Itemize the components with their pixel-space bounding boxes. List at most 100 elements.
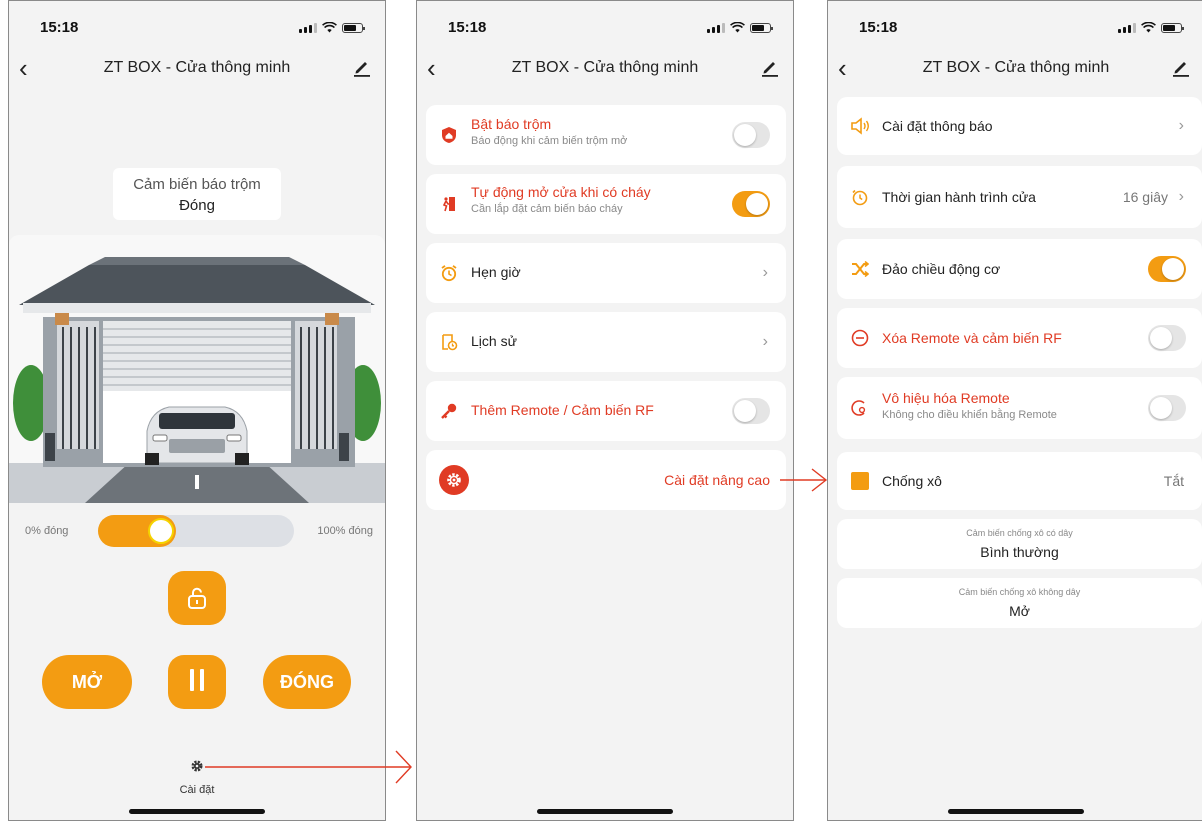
timer-row[interactable]: Hẹn giờ › xyxy=(426,243,786,303)
reverse-motor-label: Đảo chiều động cơ xyxy=(882,261,1001,277)
wifi-icon xyxy=(730,22,745,33)
anti-pinch-row[interactable]: Chống xô Tắt xyxy=(837,452,1202,510)
reverse-motor-toggle[interactable] xyxy=(1148,256,1186,282)
speaker-icon xyxy=(850,116,870,136)
disable-remote-row[interactable]: Vô hiệu hóa Remote Không cho điều khiển … xyxy=(837,377,1202,439)
delete-remote-toggle[interactable] xyxy=(1148,325,1186,351)
exit-door-icon xyxy=(439,194,459,214)
timer-label: Hẹn giờ xyxy=(471,264,521,280)
fire-auto-open-toggle[interactable] xyxy=(732,191,770,217)
anti-pinch-square-icon xyxy=(850,471,870,491)
anti-pinch-label: Chống xô xyxy=(882,473,942,489)
unlock-button[interactable] xyxy=(168,571,226,625)
chevron-right-icon: › xyxy=(762,333,768,350)
slider-max-label: 100% đóng xyxy=(317,525,373,537)
theft-alarm-row[interactable]: Bật báo trộm Báo động khi cảm biến trộm … xyxy=(426,105,786,165)
edit-icon[interactable] xyxy=(353,58,371,78)
pause-button[interactable] xyxy=(168,655,226,709)
slider-knob[interactable] xyxy=(148,518,174,544)
status-icons xyxy=(299,22,365,33)
position-slider-row: 0% đóng 100% đóng xyxy=(9,513,385,549)
signal-icon xyxy=(1118,22,1136,33)
wired-sensor-label: Cảm biến chống xô có dây xyxy=(966,528,1073,538)
key-icon xyxy=(439,401,459,421)
edit-icon[interactable] xyxy=(761,58,779,78)
page-title: ZT BOX - Cửa thông minh xyxy=(103,59,291,76)
shield-home-icon xyxy=(439,125,459,145)
status-bar: 15:18 xyxy=(828,16,1202,40)
add-remote-label: Thêm Remote / Cảm biến RF xyxy=(471,402,654,418)
status-icons xyxy=(707,22,773,33)
wifi-icon xyxy=(322,22,337,33)
slider-min-label: 0% đóng xyxy=(25,525,69,537)
chevron-right-icon: › xyxy=(1178,117,1184,134)
control-screen: 15:18 ‹ ZT BOX - Cửa thông minh Cảm biến… xyxy=(8,0,386,821)
alarm-clock-icon xyxy=(439,263,459,283)
disable-remote-toggle[interactable] xyxy=(1148,395,1186,421)
settings-tab[interactable]: Cài đặt xyxy=(159,759,235,799)
status-time: 15:18 xyxy=(448,19,487,36)
unlock-icon xyxy=(188,587,206,609)
travel-time-label: Thời gian hành trình cửa xyxy=(882,189,1036,205)
position-slider[interactable] xyxy=(98,515,294,547)
battery-icon xyxy=(1161,23,1184,33)
close-button[interactable]: ĐÓNG xyxy=(263,655,351,709)
status-bar: 15:18 xyxy=(417,16,793,40)
page-title: ZT BOX - Cửa thông minh xyxy=(922,59,1110,76)
nav-bar: ‹ ZT BOX - Cửa thông minh xyxy=(9,53,385,85)
battery-icon xyxy=(750,23,773,33)
remote-disabled-icon xyxy=(850,398,870,418)
chevron-right-icon: › xyxy=(762,264,768,281)
home-indicator xyxy=(129,809,265,814)
open-button[interactable]: MỞ xyxy=(42,655,132,709)
disable-remote-label: Vô hiệu hóa Remote xyxy=(882,390,1010,406)
nav-bar: ‹ ZT BOX - Cửa thông minh xyxy=(417,53,793,85)
status-time: 15:18 xyxy=(859,19,898,36)
advanced-settings-row[interactable]: Cài đặt nâng cao xyxy=(426,450,786,510)
reverse-motor-row[interactable]: Đảo chiều động cơ xyxy=(837,239,1202,299)
history-row[interactable]: Lịch sử › xyxy=(426,312,786,372)
wired-sensor-value: Bình thường xyxy=(980,544,1059,560)
gate-illustration xyxy=(9,235,385,503)
signal-icon xyxy=(707,22,725,33)
anti-pinch-value: Tắt xyxy=(1163,473,1184,489)
disable-remote-subtitle: Không cho điều khiển bằng Remote xyxy=(882,409,1057,421)
status-time: 15:18 xyxy=(40,19,79,36)
notification-settings-row[interactable]: Cài đặt thông báo › xyxy=(837,97,1202,155)
delete-remote-row[interactable]: Xóa Remote và cảm biến RF xyxy=(837,308,1202,368)
fire-auto-open-row[interactable]: Tự động mở cửa khi có cháy Cần lắp đặt c… xyxy=(426,174,786,234)
fire-auto-open-title: Tự động mở cửa khi có cháy xyxy=(471,184,651,200)
shuffle-icon xyxy=(850,259,870,279)
status-bar: 15:18 xyxy=(9,16,385,40)
settings-screen: 15:18 ‹ ZT BOX - Cửa thông minh Bật báo … xyxy=(416,0,794,821)
theft-sensor-card: Cảm biến báo trộm Đóng xyxy=(113,168,281,220)
history-label: Lịch sử xyxy=(471,333,517,349)
nav-bar: ‹ ZT BOX - Cửa thông minh xyxy=(828,53,1202,85)
theft-alarm-subtitle: Báo động khi cảm biến trộm mở xyxy=(471,135,628,147)
signal-icon xyxy=(299,22,317,33)
settings-tab-label: Cài đặt xyxy=(179,784,215,796)
theft-alarm-toggle[interactable] xyxy=(732,122,770,148)
wifi-icon xyxy=(1141,22,1156,33)
add-remote-row[interactable]: Thêm Remote / Cảm biến RF xyxy=(426,381,786,441)
advanced-settings-link[interactable]: Cài đặt nâng cao xyxy=(664,472,770,488)
battery-icon xyxy=(342,23,365,33)
edit-icon[interactable] xyxy=(1172,58,1190,78)
gear-icon xyxy=(191,760,203,772)
delete-remote-label: Xóa Remote và cảm biến RF xyxy=(882,330,1062,346)
status-icons xyxy=(1118,22,1184,33)
advanced-settings-screen: 15:18 ‹ ZT BOX - Cửa thông minh Cài đặt … xyxy=(827,0,1202,821)
notification-settings-label: Cài đặt thông báo xyxy=(882,118,993,134)
wired-sensor-row[interactable]: Cảm biến chống xô có dây Bình thường xyxy=(837,519,1202,569)
add-remote-toggle[interactable] xyxy=(732,398,770,424)
travel-time-value: 16 giây xyxy=(1122,189,1168,205)
wireless-sensor-row[interactable]: Cảm biến chống xô không dây Mở xyxy=(837,578,1202,628)
advanced-gear-icon[interactable] xyxy=(439,465,469,495)
travel-time-row[interactable]: Thời gian hành trình cửa 16 giây › xyxy=(837,166,1202,228)
wireless-sensor-label: Cảm biến chống xô không dây xyxy=(958,587,1081,597)
chevron-right-icon: › xyxy=(1178,188,1184,205)
fire-auto-open-subtitle: Cần lắp đặt cảm biến báo cháy xyxy=(471,203,623,215)
home-indicator xyxy=(948,809,1084,814)
minus-circle-icon xyxy=(850,328,870,348)
page-title: ZT BOX - Cửa thông minh xyxy=(511,59,699,76)
